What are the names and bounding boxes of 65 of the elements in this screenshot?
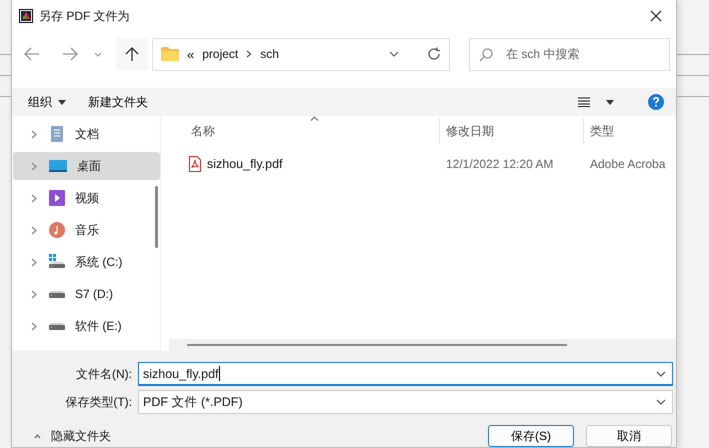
column-header[interactable]: 修改日期 [439, 118, 583, 144]
file-type-dropdown[interactable]: PDF 文件 (*.PDF) [138, 390, 673, 414]
dropdown-icon[interactable] [389, 51, 399, 57]
close-icon [650, 10, 662, 22]
save-button[interactable]: 保存(S) [488, 425, 574, 447]
video-icon [49, 190, 65, 206]
cancel-button[interactable]: 取消 [586, 425, 672, 447]
app-icon [19, 9, 33, 23]
forward-arrow-icon[interactable] [62, 47, 78, 61]
expand-chevron-icon[interactable] [31, 258, 37, 266]
folder-icon [161, 47, 179, 61]
dropdown-icon [656, 399, 666, 405]
expand-chevron-icon[interactable] [31, 226, 37, 234]
expand-chevron-icon[interactable] [31, 322, 37, 330]
back-arrow-icon[interactable] [24, 47, 40, 61]
caret-icon [58, 100, 66, 104]
address-bar[interactable]: « project sch [152, 38, 450, 70]
sidebar-item[interactable]: 文档 [13, 120, 160, 148]
expand-chevron-icon[interactable] [31, 290, 37, 298]
sidebar-item[interactable]: 视频 [13, 184, 160, 212]
expand-chevron-icon[interactable] [31, 162, 37, 170]
sidebar-item[interactable]: 系统 (C:) [13, 248, 160, 276]
sidebar-item[interactable]: 桌面 [13, 152, 160, 180]
caret-icon[interactable] [94, 52, 102, 56]
sidebar-item[interactable]: S7 (D:) [13, 280, 160, 308]
up-arrow-icon [125, 46, 139, 62]
search-field[interactable]: 在 sch 中搜索 [469, 38, 670, 70]
new-folder-button[interactable]: 新建文件夹 [84, 92, 152, 112]
drive-icon [49, 322, 65, 330]
organize-menu[interactable]: 组织 [24, 92, 70, 112]
file-name-field[interactable]: sizhou_fly.pdf [138, 362, 673, 386]
file-name[interactable]: sizhou_fly.pdf [207, 157, 283, 171]
sort-caret-icon [310, 116, 319, 121]
dropdown-icon[interactable] [656, 370, 666, 376]
sidebar-item[interactable]: 音乐 [13, 216, 160, 244]
file-date: 12/1/2022 12:20 AM [446, 157, 554, 171]
column-header[interactable]: 类型 [583, 118, 673, 144]
file-type: Adobe Acroba [590, 157, 666, 171]
drive-icon [49, 254, 65, 270]
field-label: 保存类型(T): [64, 394, 133, 410]
overflow-chevron[interactable]: « [187, 46, 194, 62]
sidebar-item[interactable]: 软件 (E:) [13, 312, 160, 340]
music-icon [49, 222, 65, 238]
window-title: 另存 PDF 文件为 [39, 8, 130, 24]
scrollbar[interactable] [155, 186, 158, 248]
search-icon [479, 48, 493, 62]
chevron-icon [34, 432, 41, 440]
help-icon[interactable] [648, 94, 664, 110]
caret-icon [606, 100, 614, 104]
column-header[interactable]: 名称 [169, 118, 439, 144]
chevron-icon [246, 50, 252, 58]
expand-chevron-icon[interactable] [31, 194, 37, 202]
expand-chevron-icon[interactable] [31, 130, 37, 138]
breadcrumb[interactable]: project [202, 47, 238, 61]
document-icon [49, 126, 65, 142]
desktop-icon [49, 159, 67, 173]
up-button[interactable] [116, 38, 148, 70]
hide-folders-toggle[interactable]: 隐藏文件夹 [34, 428, 111, 444]
scrollbar[interactable] [187, 344, 567, 346]
list-view-icon [578, 97, 590, 107]
drive-icon [49, 290, 65, 298]
field-label: 文件名(N): [75, 366, 133, 382]
pdf-file-icon [189, 156, 201, 172]
breadcrumb[interactable]: sch [260, 47, 279, 61]
refresh-icon[interactable] [427, 47, 441, 61]
